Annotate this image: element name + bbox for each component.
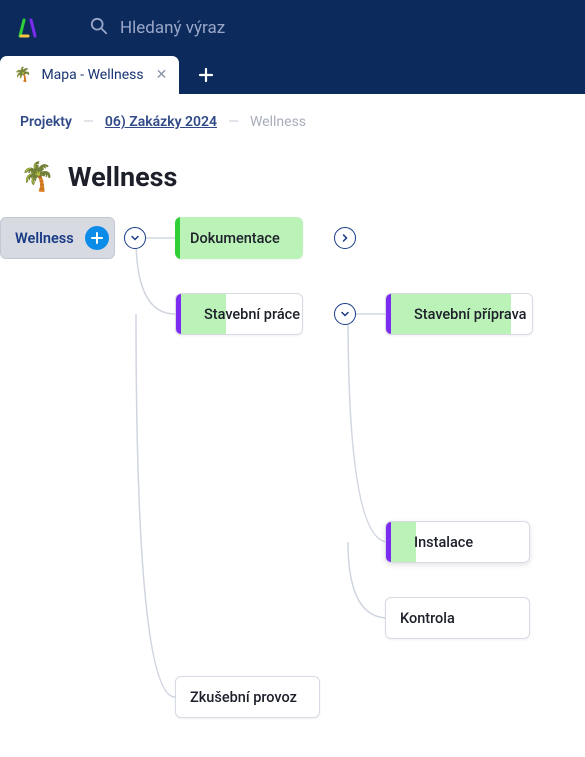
crumb-orders-2024[interactable]: 06) Zakázky 2024	[105, 114, 217, 130]
node-kontrola-label: Kontrola	[386, 610, 469, 627]
node-stavebni-priprava[interactable]: Stavební příprava	[385, 293, 533, 335]
node-instalace-label: Instalace	[400, 534, 487, 551]
search-icon	[90, 17, 108, 40]
crumb-separator: —	[83, 114, 94, 130]
crumb-projects[interactable]: Projekty	[20, 114, 72, 130]
expand-toggle[interactable]	[334, 227, 356, 249]
crumb-separator: —	[228, 114, 239, 130]
add-child-button[interactable]	[85, 226, 109, 250]
page-title-emoji: 🌴	[20, 160, 55, 193]
tab-label: Mapa - Wellness	[41, 67, 143, 83]
crumb-current: Wellness	[250, 114, 306, 130]
tab-map-wellness[interactable]: 🌴 Mapa - Wellness ✕	[0, 56, 179, 94]
node-dokumentace-label: Dokumentace	[190, 230, 294, 247]
node-root-label: Wellness	[15, 230, 74, 247]
close-icon[interactable]: ✕	[154, 67, 170, 83]
node-root[interactable]: Wellness	[0, 217, 115, 259]
node-kontrola[interactable]: Kontrola	[385, 597, 530, 639]
node-zkusebni-provoz-label: Zkušební provoz	[176, 689, 311, 706]
search-box[interactable]: Hledaný výraz	[90, 17, 225, 40]
expand-toggle[interactable]	[124, 227, 146, 249]
node-stavebni-priprava-label: Stavební příprava	[400, 306, 533, 323]
node-stavebni-prace[interactable]: Stavební práce	[175, 293, 303, 335]
node-instalace[interactable]: Instalace	[385, 521, 530, 563]
node-zkusebni-provoz[interactable]: Zkušební provoz	[175, 676, 320, 718]
search-placeholder: Hledaný výraz	[120, 18, 225, 38]
page-title: Wellness	[68, 161, 178, 193]
app-logo[interactable]	[18, 17, 40, 39]
add-tab-button[interactable]	[191, 60, 221, 90]
node-stavebni-prace-label: Stavební práce	[190, 306, 303, 323]
breadcrumb: Projekty — 06) Zakázky 2024 — Wellness	[0, 94, 585, 130]
node-dokumentace[interactable]: Dokumentace	[175, 217, 303, 259]
expand-toggle[interactable]	[334, 303, 356, 325]
tab-emoji: 🌴	[14, 67, 31, 83]
